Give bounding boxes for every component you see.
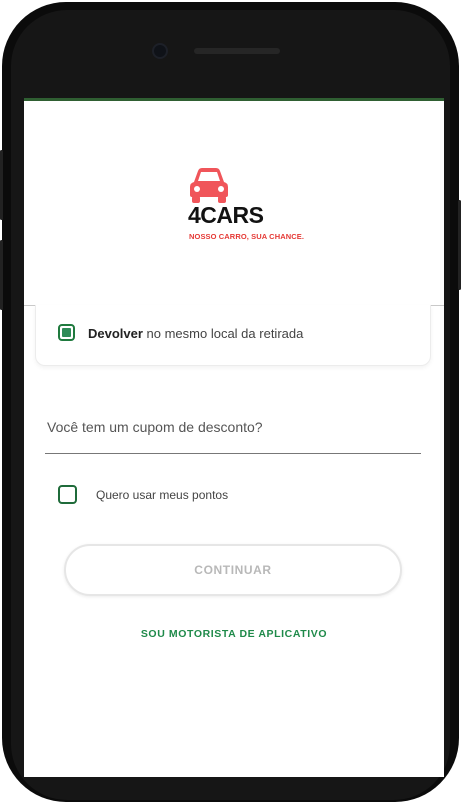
front-camera — [154, 45, 166, 57]
brand-tagline: NOSSO CARRO, SUA CHANCE. — [189, 232, 305, 241]
volume-button — [0, 240, 3, 310]
volume-button — [0, 150, 3, 220]
logo-header: 4CARS NOSSO CARRO, SUA CHANCE. — [24, 101, 444, 306]
continue-button[interactable]: CONTINUAR — [64, 544, 402, 596]
return-same-place-checkbox[interactable] — [58, 324, 75, 341]
earpiece-speaker — [194, 48, 280, 54]
checkbox-checked-indicator — [62, 328, 71, 337]
use-points-label[interactable]: Quero usar meus pontos — [96, 488, 228, 502]
brand-name: 4CARS — [188, 202, 264, 228]
return-label-bold: Devolver — [88, 326, 143, 341]
app-screen: 4CARS NOSSO CARRO, SUA CHANCE. Devolver … — [24, 98, 444, 777]
car-icon — [190, 168, 228, 203]
app-driver-link[interactable]: SOU MOTORISTA DE APLICATIVO — [24, 628, 444, 640]
return-same-place-label[interactable]: Devolver no mesmo local da retirada — [88, 326, 303, 341]
phone-frame: 4CARS NOSSO CARRO, SUA CHANCE. Devolver … — [0, 0, 461, 802]
use-points-checkbox[interactable] — [58, 485, 77, 504]
coupon-input[interactable] — [45, 406, 421, 454]
return-label-rest: no mesmo local da retirada — [142, 326, 304, 341]
